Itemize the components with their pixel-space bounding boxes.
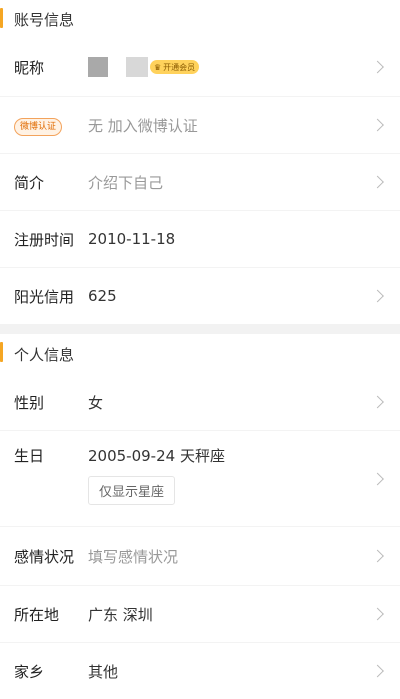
- personal-section-header: 个人信息: [0, 334, 400, 374]
- birthday-value-group: 2005-09-24 天秤座 仅显示星座: [88, 445, 378, 505]
- weibo-verify-badge: 微博认证: [14, 117, 63, 136]
- vip-badge[interactable]: ♛ 开通会员: [150, 60, 200, 74]
- account-section-header: 账号信息: [0, 0, 400, 38]
- weibo-verify-value: 无 加入微博认证: [88, 116, 198, 135]
- account-section-title: 账号信息: [14, 10, 75, 29]
- gender-label: 性别: [14, 393, 45, 412]
- relationship-value: 填写感情状况: [88, 547, 179, 566]
- register-value: 2010-11-18: [88, 230, 176, 248]
- section-accent-bar: [0, 342, 3, 362]
- section-divider: [0, 324, 400, 334]
- register-row: 注册时间 2010-11-18: [0, 211, 400, 268]
- credit-row[interactable]: 阳光信用 625: [0, 268, 400, 324]
- gender-row[interactable]: 性别 女: [0, 374, 400, 431]
- intro-value: 介绍下自己: [88, 173, 164, 192]
- constellation-only-chip[interactable]: 仅显示星座: [88, 476, 176, 505]
- crown-icon: ♛: [154, 62, 162, 72]
- hometown-row[interactable]: 家乡 其他: [0, 643, 400, 699]
- nickname-blurred: [126, 57, 148, 77]
- credit-value: 625: [88, 287, 117, 305]
- intro-row[interactable]: 简介 介绍下自己: [0, 154, 400, 211]
- nickname-label: 昵称: [14, 58, 45, 77]
- hometown-label: 家乡: [14, 662, 45, 681]
- weibo-verify-label: 微博认证: [14, 115, 88, 136]
- section-accent-bar: [0, 8, 3, 28]
- location-label: 所在地: [14, 605, 60, 624]
- vip-badge-label: 开通会员: [163, 62, 196, 72]
- credit-label: 阳光信用: [14, 287, 75, 306]
- location-row[interactable]: 所在地 广东 深圳: [0, 586, 400, 643]
- intro-label: 简介: [14, 173, 45, 192]
- personal-section-title: 个人信息: [14, 345, 75, 364]
- birthday-row[interactable]: 生日 2005-09-24 天秤座 仅显示星座: [0, 431, 400, 527]
- relationship-label: 感情状况: [14, 547, 75, 566]
- location-value: 广东 深圳: [88, 605, 153, 624]
- weibo-verify-row[interactable]: 微博认证 无 加入微博认证: [0, 97, 400, 154]
- birthday-value: 2005-09-24 天秤座: [88, 447, 225, 465]
- avatar: [88, 57, 108, 77]
- register-label: 注册时间: [14, 230, 75, 249]
- hometown-value: 其他: [88, 662, 119, 681]
- relationship-row[interactable]: 感情状况 填写感情状况: [0, 527, 400, 586]
- nickname-value: ♛ 开通会员: [88, 57, 378, 77]
- birthday-label: 生日: [14, 447, 45, 465]
- gender-value: 女: [88, 393, 104, 412]
- nickname-row[interactable]: 昵称 ♛ 开通会员: [0, 38, 400, 97]
